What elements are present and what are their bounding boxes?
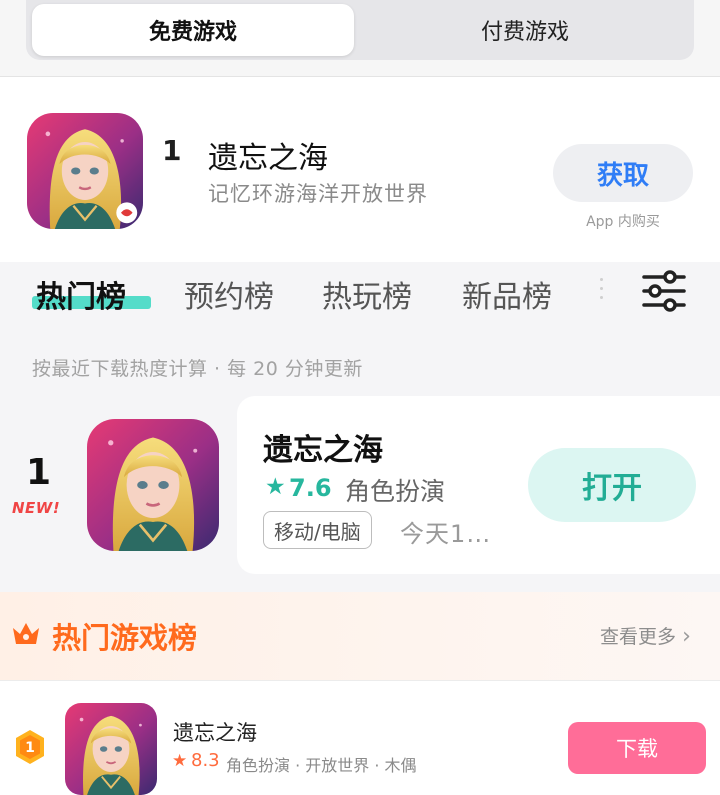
platform-tag: 移动/电脑 <box>263 511 372 549</box>
tab-hot-play-chart[interactable]: 热玩榜 <box>322 272 412 316</box>
rank-medal-icon: 1 <box>14 729 46 765</box>
rating-score: 8.3 <box>191 750 220 771</box>
see-more-link[interactable]: 查看更多 › <box>600 622 691 649</box>
see-more-label: 查看更多 <box>600 626 677 648</box>
star-icon: ★ <box>265 474 286 500</box>
divider <box>0 680 720 681</box>
star-icon: ★ <box>172 751 188 771</box>
crown-icon <box>11 620 41 646</box>
rank-medal-number: 1 <box>25 740 35 756</box>
game-icon[interactable] <box>65 703 157 795</box>
rating-score: 7.6 <box>289 474 332 502</box>
list-item-name[interactable]: 遗忘之海 <box>263 425 383 469</box>
app-rank: 1 <box>162 134 182 167</box>
tab-overflow-divider <box>600 278 604 304</box>
open-button[interactable]: 打开 <box>528 448 696 522</box>
hot-game-name[interactable]: 遗忘之海 <box>173 717 257 747</box>
game-icon[interactable] <box>27 113 143 229</box>
new-badge: NEW! <box>12 499 61 517</box>
game-tags: 角色扮演 · 开放世界 · 木偶 <box>226 756 417 775</box>
download-button[interactable]: 下载 <box>568 722 706 774</box>
list-item-rank: 1 <box>26 452 52 493</box>
genre-label: 角色扮演 <box>345 477 446 506</box>
app-name[interactable]: 遗忘之海 <box>208 133 328 177</box>
tab-reservation-chart[interactable]: 预约榜 <box>184 272 274 316</box>
app-subtitle: 记忆环游海洋开放世界 <box>208 182 428 206</box>
hot-games-title: 热门游戏榜 <box>52 621 198 655</box>
sliders-icon[interactable] <box>640 270 688 312</box>
ranking-note: 按最近下载热度计算 · 每 20 分钟更新 <box>32 358 363 380</box>
release-date: 今天1… <box>400 520 492 548</box>
tab-hot-chart[interactable]: 热门榜 <box>36 272 126 316</box>
in-app-purchase-note: App 内购买 <box>586 214 660 230</box>
segment-free-games[interactable]: 免费游戏 <box>32 4 354 56</box>
game-icon[interactable] <box>87 419 219 551</box>
get-button[interactable]: 获取 <box>553 144 693 202</box>
chevron-right-icon: › <box>682 624 691 649</box>
segment-paid-games[interactable]: 付费游戏 <box>362 4 688 56</box>
tab-new-chart[interactable]: 新品榜 <box>462 272 552 316</box>
